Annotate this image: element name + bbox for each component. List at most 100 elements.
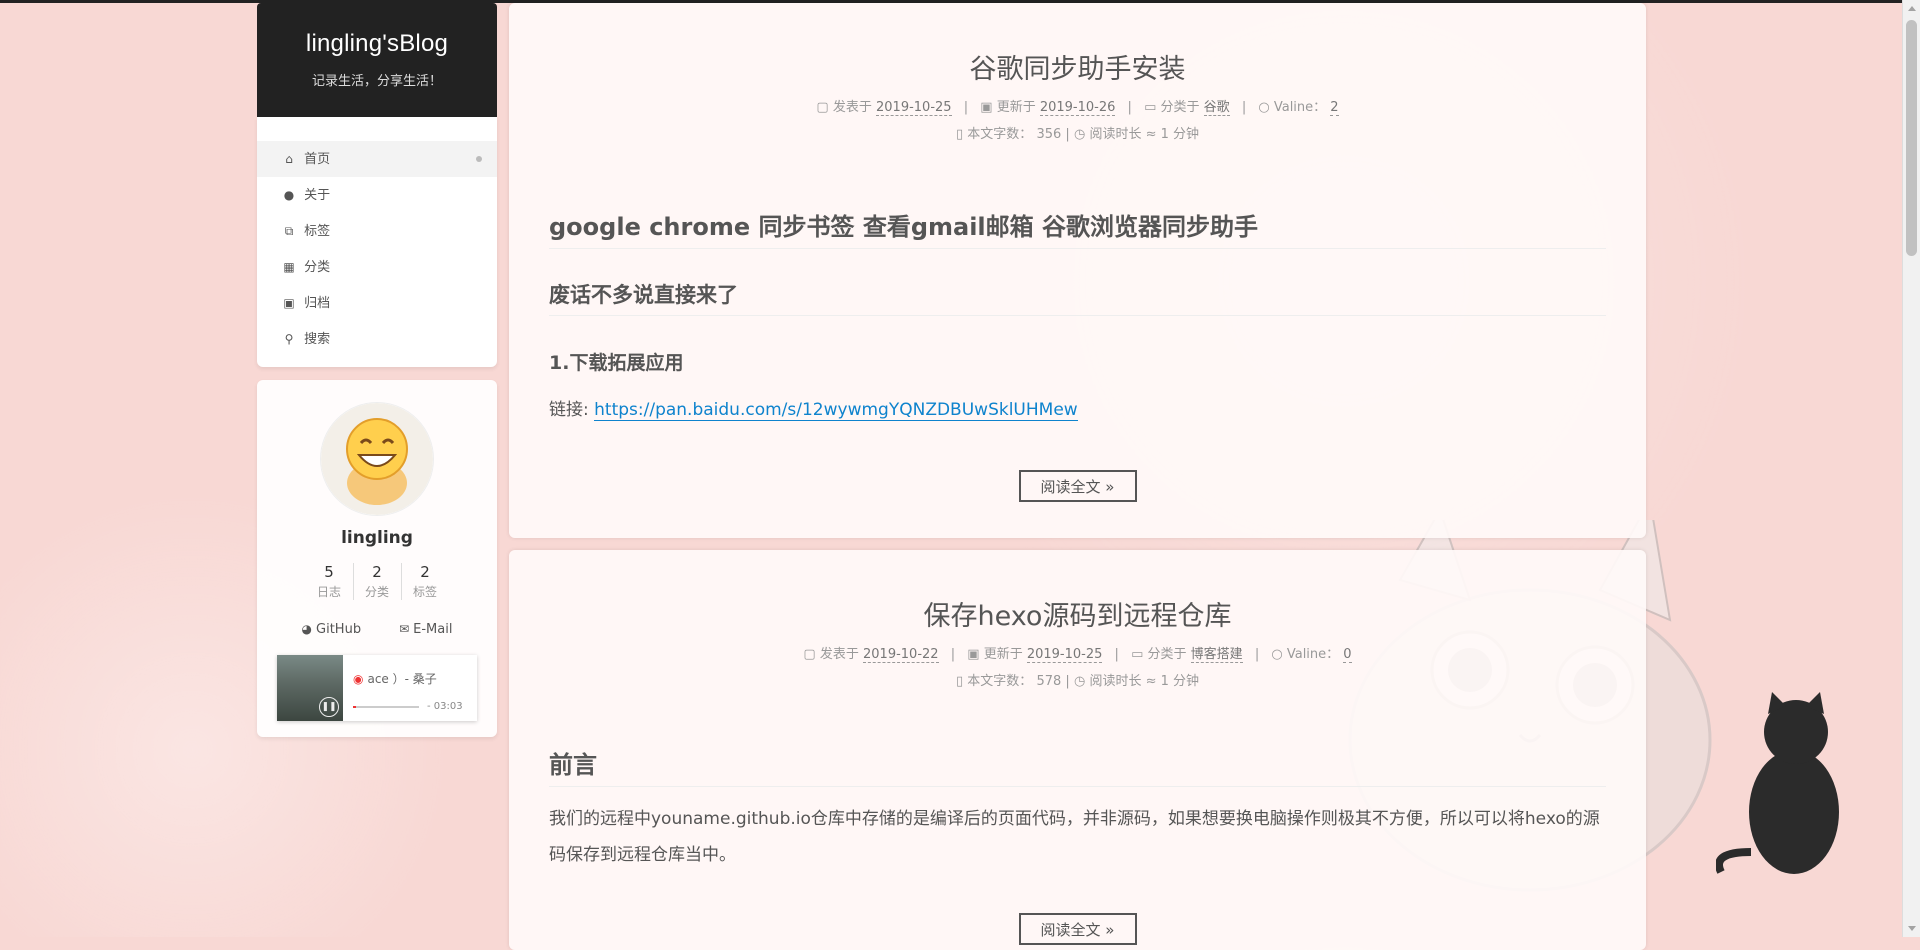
post-stats: ▯ 本文字数： 578 | ◷ 阅读时长 ≈ 1 分钟: [509, 670, 1646, 689]
excerpt-paragraph: 链接: https://pan.baidu.com/s/12wywmgYQNZD…: [549, 395, 1606, 421]
menu-item-label: 标签: [304, 224, 331, 239]
envelope-icon: ✉: [399, 622, 410, 636]
user-icon: ●: [283, 188, 295, 202]
progress-row: - 03:03: [353, 701, 477, 712]
published-label: 发表于: [832, 100, 872, 115]
github-icon: ◕: [301, 622, 313, 636]
clock-icon: ◷: [1073, 674, 1086, 689]
site-stats: 5 日志 2 分类 2 标签: [257, 563, 497, 600]
song-title: ace ）- 桑子: [367, 672, 437, 686]
meta-separator: |: [1127, 100, 1132, 115]
search-icon: ⚲: [284, 332, 294, 346]
stat-label: 日志: [316, 585, 341, 599]
comments-label: Valine：: [1286, 647, 1340, 662]
site-subtitle: 记录生活，分享生活！: [311, 74, 442, 89]
home-icon: ⌂: [285, 152, 293, 166]
netease-icon: ◉: [353, 672, 364, 686]
read-more-button[interactable]: 阅读全文 »: [1018, 470, 1137, 502]
site-title[interactable]: lingling'sBlog: [257, 3, 497, 58]
github-link[interactable]: ◕ GitHub: [302, 622, 362, 637]
comments-count[interactable]: 0: [1343, 647, 1352, 663]
active-indicator: [476, 156, 482, 162]
excerpt-heading-1: google chrome 同步书签 查看gmail邮箱 谷歌浏览器同步助手: [549, 207, 1606, 249]
meta-separator: |: [1114, 647, 1119, 662]
vertical-scrollbar[interactable]: [1902, 0, 1920, 937]
category-label: 分类于: [1147, 647, 1187, 662]
meta-separator: |: [963, 100, 969, 115]
menu-item-home[interactable]: ⌂ 首页: [257, 141, 497, 177]
read-more-button[interactable]: 阅读全文 »: [1018, 913, 1137, 945]
excerpt-heading-2: 废话不多说直接来了: [549, 279, 1606, 316]
scroll-down-arrow-icon[interactable]: [1908, 926, 1916, 931]
word-count: 356: [1036, 127, 1062, 142]
avatar: [320, 402, 434, 516]
download-link[interactable]: https://pan.baidu.com/s/12wywmgYQNZDBUwS…: [594, 400, 1078, 421]
menu-item-search[interactable]: ⚲ 搜索: [257, 321, 497, 357]
menu-item-categories[interactable]: ▦ 分类: [257, 249, 497, 285]
menu-item-tags[interactable]: ⧉ 标签: [257, 213, 497, 249]
updated-date: 2019-10-25: [1026, 647, 1103, 663]
updated-label: 更新于: [983, 647, 1023, 662]
updated-label: 更新于: [996, 100, 1036, 115]
post-title[interactable]: 谷歌同步助手安装: [509, 47, 1646, 86]
post-excerpt: 前言 我们的远程中youname.github.io仓库中存储的是编译后的页面代…: [509, 745, 1646, 873]
excerpt-heading-1: 前言: [549, 745, 1606, 787]
stat-count: 2: [372, 563, 382, 581]
comment-icon: ○: [1271, 647, 1283, 662]
author-name: lingling: [341, 528, 413, 548]
album-cover: ❚❚: [277, 655, 343, 721]
post-meta: ▢ 发表于 2019-10-25 | ▣ 更新于 2019-10-26 | ▭ …: [509, 96, 1646, 116]
calendar-check-icon: ▣: [967, 647, 980, 662]
stat-tags[interactable]: 2 标签: [400, 563, 449, 600]
menu-item-label: 归档: [304, 296, 331, 311]
file-icon: ▯: [956, 127, 964, 142]
read-time: 阅读时长 ≈ 1 分钟: [1089, 674, 1199, 689]
post-stats: ▯ 本文字数： 356 | ◷ 阅读时长 ≈ 1 分钟: [509, 123, 1646, 142]
meta-separator: |: [1241, 100, 1247, 115]
comments-count[interactable]: 2: [1330, 100, 1339, 116]
scrollbar-thumb[interactable]: [1906, 20, 1917, 256]
smiley-avatar-icon: [321, 403, 433, 515]
stat-count: 5: [324, 563, 334, 581]
stat-label: 标签: [412, 585, 437, 599]
category-link[interactable]: 谷歌: [1203, 100, 1230, 116]
song-time: - 03:03: [427, 701, 463, 712]
stat-posts[interactable]: 5 日志: [306, 563, 353, 600]
progress-fill: [353, 705, 357, 708]
clock-icon: ◷: [1073, 127, 1086, 142]
menu-item-archives[interactable]: ▣ 归档: [257, 285, 497, 321]
published-date: 2019-10-22: [863, 647, 939, 663]
word-count: 578: [1036, 674, 1062, 689]
progress-bar[interactable]: [353, 705, 419, 708]
calendar-check-icon: ▣: [980, 100, 993, 115]
menu-item-about[interactable]: ● 关于: [257, 177, 497, 213]
author-profile: lingling 5 日志 2 分类 2 标签 ◕ GitHub ✉ E-Mail: [257, 380, 497, 737]
updated-date: 2019-10-26: [1039, 100, 1116, 116]
social-links: ◕ GitHub ✉ E-Mail: [257, 622, 497, 637]
stat-categories[interactable]: 2 分类: [352, 563, 401, 600]
published-date: 2019-10-25: [876, 100, 952, 116]
category-link[interactable]: 博客搭建: [1190, 647, 1243, 663]
meta-separator: |: [1065, 674, 1070, 689]
scroll-up-arrow-icon[interactable]: [1908, 6, 1916, 11]
player-info: ◉ ace ）- 桑子 - 03:03: [343, 655, 477, 721]
link-prefix: 链接:: [549, 400, 595, 420]
comments-label: Valine：: [1273, 100, 1327, 115]
email-link[interactable]: ✉ E-Mail: [399, 622, 452, 637]
stat-label: 分类: [364, 585, 389, 599]
th-icon: ▦: [283, 260, 295, 274]
comment-icon: ○: [1258, 100, 1270, 115]
post-title[interactable]: 保存hexo源码到远程仓库: [509, 594, 1646, 633]
post-card: 保存hexo源码到远程仓库 ▢ 发表于 2019-10-22 | ▣ 更新于 2…: [509, 550, 1646, 950]
site-brand: lingling'sBlog 记录生活，分享生活！: [257, 3, 497, 117]
sidebar: lingling'sBlog 记录生活，分享生活！ ⌂ 首页 ● 关于 ⧉ 标签…: [257, 3, 497, 737]
excerpt-paragraph: 我们的远程中youname.github.io仓库中存储的是编译后的页面代码，并…: [549, 809, 1600, 865]
tags-icon: ⧉: [284, 224, 294, 238]
calendar-icon: ▢: [816, 100, 829, 115]
song-title-row: ◉ ace ）- 桑子: [353, 670, 477, 687]
black-cat-illustration: [1716, 692, 1839, 874]
pause-button[interactable]: ❚❚: [319, 697, 339, 717]
meta-separator: |: [1065, 127, 1070, 142]
archive-icon: ▣: [283, 296, 295, 310]
published-label: 发表于: [819, 647, 859, 662]
